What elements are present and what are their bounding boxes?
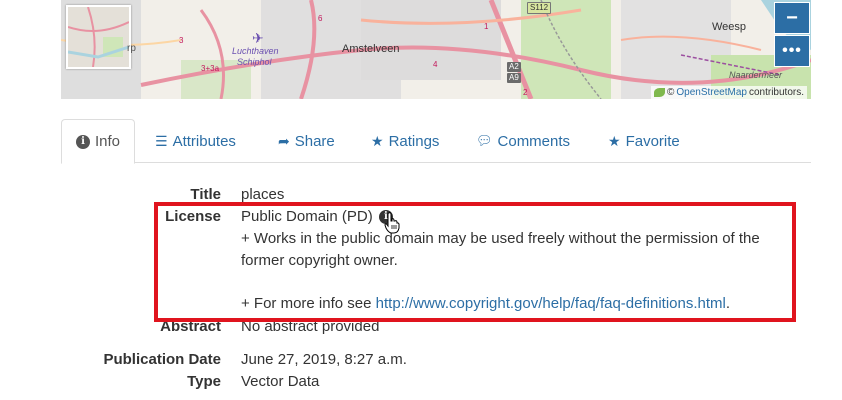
map-label-rp: rp: [127, 43, 136, 54]
detail-label: Publication Date: [103, 351, 221, 368]
airport-icon: ✈: [252, 30, 264, 46]
comment-icon: 💬︎: [476, 133, 493, 148]
map-label-schiphol-2: Schiphol: [237, 57, 272, 67]
star-icon: ★: [608, 132, 621, 149]
tab-label: Info: [95, 133, 121, 150]
map-label-naardermeer: Naardermeer: [729, 70, 783, 80]
attribution-suffix: contributors.: [748, 87, 804, 98]
tab-share[interactable]: ➦ Share: [278, 119, 335, 163]
tab-info[interactable]: i Info: [61, 119, 136, 164]
list-icon: ☰: [155, 132, 168, 149]
map-attribution: © OpenStreetMap contributors.: [650, 86, 807, 99]
road-shield: A2: [507, 62, 521, 72]
road-shield: A9: [507, 73, 521, 83]
tab-ratings[interactable]: ★ Ratings: [371, 119, 439, 163]
leaflet-logo-icon: [653, 88, 665, 97]
tab-attributes[interactable]: ☰ Attributes: [155, 119, 236, 163]
tab-favorite[interactable]: ★ Favorite: [608, 119, 680, 163]
attribution-copyright: ©: [666, 87, 675, 98]
star-icon: ★: [371, 132, 384, 149]
zoom-out-button[interactable]: −: [774, 2, 810, 34]
map-label-amstelveen: Amstelveen: [342, 43, 400, 55]
info-circle-icon: i: [76, 134, 90, 149]
detail-label: Type: [187, 373, 221, 390]
detail-value: June 27, 2019, 8:27 a.m.: [241, 351, 407, 368]
tab-label: Share: [294, 132, 335, 150]
tab-label: Comments: [497, 132, 571, 150]
map-minimap-thumbnail[interactable]: [66, 5, 131, 69]
map-label-weesp: Weesp: [712, 21, 747, 33]
license-highlight-box: [154, 202, 796, 322]
tab-label: Attributes: [172, 132, 236, 150]
tab-comments[interactable]: 💬︎ Comments: [476, 119, 570, 163]
road-number: 2: [523, 88, 528, 97]
map-label-schiphol-1: Luchthaven: [232, 46, 279, 56]
tab-label: Favorite: [625, 132, 680, 150]
road-number: 3: [179, 36, 184, 45]
share-icon: ➦: [278, 132, 290, 149]
road-shield: S112: [527, 2, 552, 14]
road-number: 3+3a: [201, 64, 220, 73]
more-options-button[interactable]: •••: [774, 35, 810, 67]
road-number: 6: [318, 14, 323, 23]
tab-label: Ratings: [388, 132, 440, 150]
road-number: 4: [433, 60, 438, 69]
map-tiles: [61, 0, 811, 99]
road-number: 1: [484, 22, 489, 31]
openstreetmap-link[interactable]: OpenStreetMap: [676, 86, 747, 99]
detail-tabs: i Info ☰ Attributes ➦ Share ★ Ratings 💬︎…: [61, 119, 811, 164]
detail-value: Vector Data: [241, 373, 320, 390]
map-view[interactable]: rp Amstelveen Weesp Naardermeer ✈ Luchth…: [61, 0, 811, 99]
